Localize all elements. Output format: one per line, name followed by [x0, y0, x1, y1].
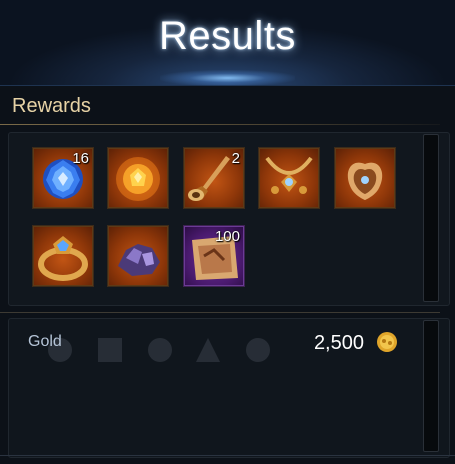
- reward-item-necklace[interactable]: [258, 147, 320, 209]
- rewards-divider: [0, 124, 440, 125]
- rewards-scrollbar[interactable]: [423, 134, 439, 302]
- page-title: Results: [159, 14, 296, 58]
- item-quantity: 100: [214, 228, 240, 245]
- ring-icon: [38, 236, 88, 281]
- reward-item-fire-orb[interactable]: [107, 147, 169, 209]
- reward-item-earrings[interactable]: [334, 147, 396, 209]
- item-quantity: 2: [231, 150, 240, 167]
- gold-coin-icon: [377, 332, 397, 352]
- results-header: Results: [0, 0, 455, 86]
- gold-scrollbar[interactable]: [423, 320, 439, 452]
- necklace-icon: [265, 156, 313, 194]
- reward-item-crystal-ore[interactable]: [107, 225, 169, 287]
- gold-label: Gold: [28, 333, 62, 350]
- reward-item-horn[interactable]: 2: [183, 147, 245, 209]
- reward-item-blue-gem[interactable]: 16: [32, 147, 94, 209]
- header-glow: [160, 70, 295, 86]
- crystal-ore-icon: [118, 244, 160, 276]
- reward-item-map-scroll[interactable]: 100: [183, 225, 245, 287]
- fire-orb-icon: [116, 157, 160, 201]
- item-quantity: 16: [72, 150, 89, 167]
- reward-item-ring[interactable]: [32, 225, 94, 287]
- gold-divider: [0, 312, 440, 313]
- rewards-label: Rewards: [12, 95, 91, 117]
- bottom-divider: [0, 455, 455, 456]
- gold-value: 2,500: [313, 332, 364, 354]
- earrings-icon: [347, 162, 383, 200]
